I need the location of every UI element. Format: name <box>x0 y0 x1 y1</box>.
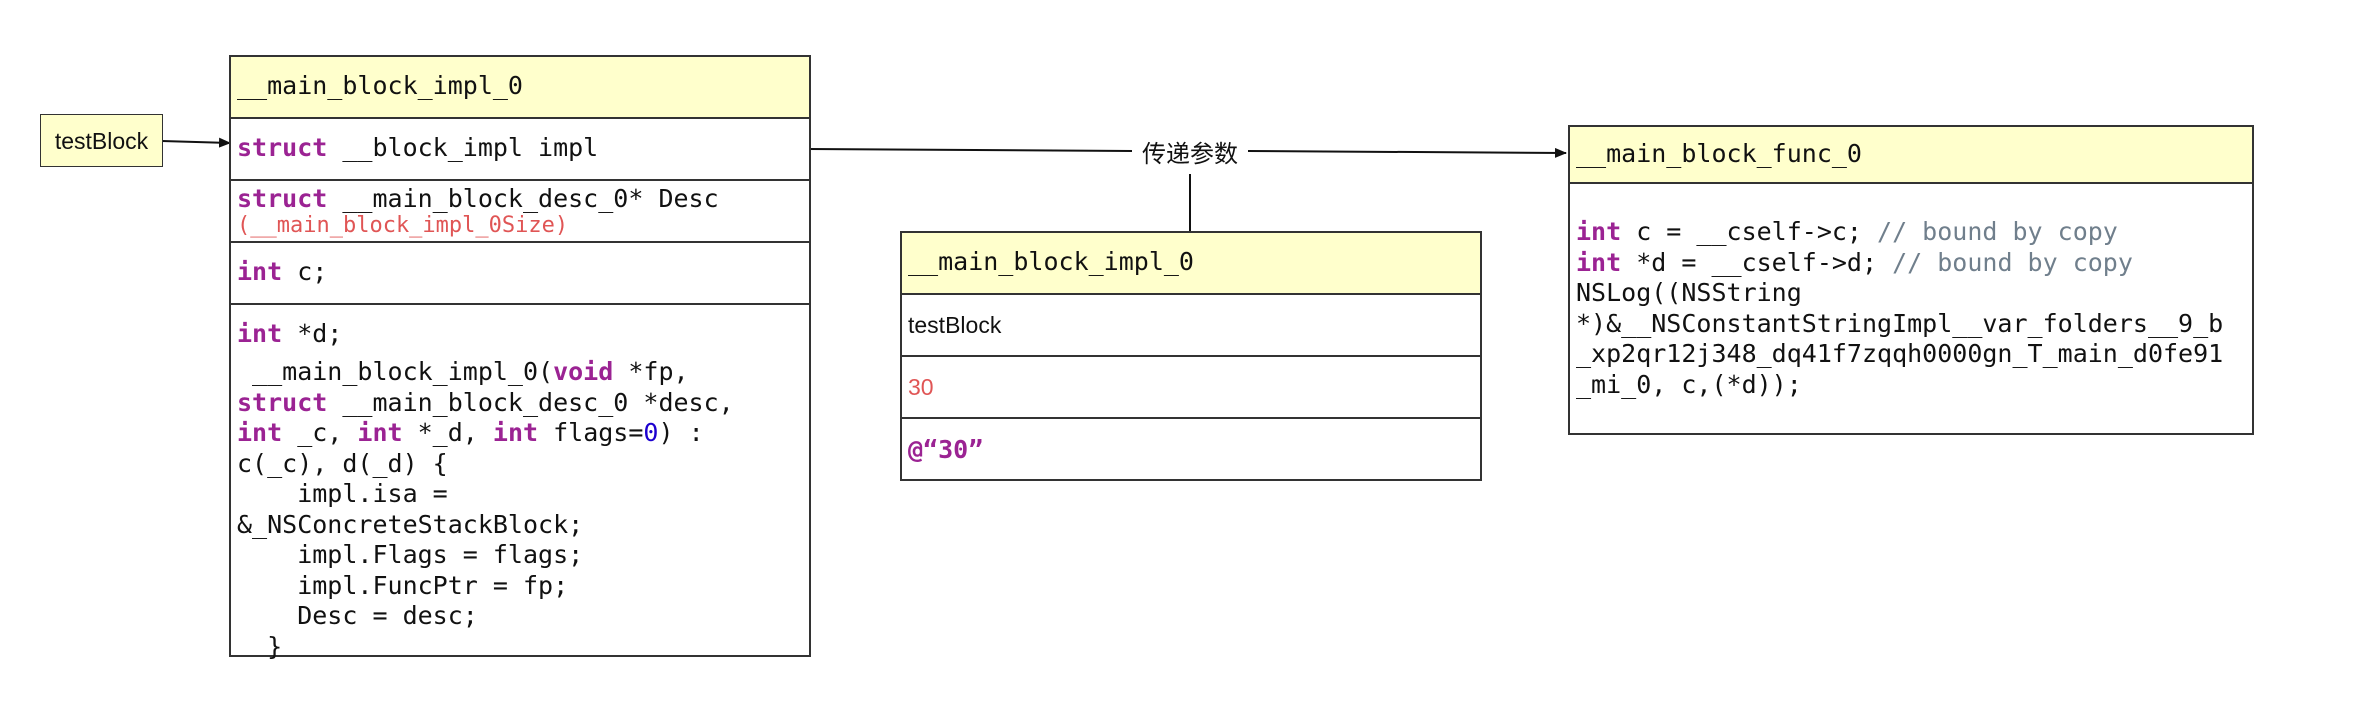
code-text: _xp2qr12j348_dq41f7zqqh0000gn_T_main_d0f… <box>1576 339 2224 368</box>
keyword: void <box>553 357 614 386</box>
func-title-row: __main_block_func_0 <box>1570 127 2252 184</box>
code-text: *)&__NSConstantStringImpl__var_folders__… <box>1576 308 2224 338</box>
code-comment: // bound by copy <box>1892 247 2133 277</box>
keyword: int <box>237 418 283 447</box>
mid-row-block-text: testBlock <box>908 312 1002 338</box>
code-text: _c, <box>282 418 358 447</box>
mid-title: __main_block_impl_0 <box>908 247 1194 276</box>
keyword: struct <box>237 184 328 213</box>
number-literal: 0 <box>643 418 659 447</box>
struct-title-row: __main_block_impl_0 <box>231 57 809 119</box>
c-field-row: int c; <box>231 243 809 305</box>
desc-field-text: __main_block_desc_0* Desc <box>327 184 719 213</box>
code-text: impl.Flags = flags; <box>237 540 584 569</box>
code-text: __main_block_impl_0( <box>237 357 554 386</box>
main-block-impl-struct: __main_block_impl_0 struct __block_impl … <box>229 55 811 661</box>
keyword: struct <box>237 133 328 162</box>
code-comment: // bound by copy <box>1877 217 2118 246</box>
keyword: int <box>1576 217 1622 246</box>
func-title: __main_block_func_0 <box>1576 139 1862 168</box>
code-text: impl.FuncPtr = fp; <box>237 570 569 600</box>
testblock-node-label: testBlock <box>54 128 149 154</box>
pass-params-label: 传递参数 <box>1134 134 1246 169</box>
mid-row-value-text: 30 <box>908 374 934 400</box>
code-text: c = __cself->c; <box>1621 217 1878 246</box>
impl-field: struct __block_impl impl <box>237 133 805 162</box>
main-block-func-struct: __main_block_func_0 int c = __cself->c; … <box>1568 125 2254 435</box>
keyword: struct <box>237 387 328 417</box>
code-text: Desc = desc; <box>237 601 478 630</box>
mid-row-string: @“30” <box>902 419 1480 479</box>
keyword: int <box>1576 247 1622 277</box>
testblock-node: testBlock <box>40 114 163 167</box>
keyword: int <box>492 418 539 447</box>
mid-row-value: 30 <box>902 357 1480 419</box>
code-text: NSLog((NSString <box>1576 278 1802 307</box>
code-text: c(_c), d(_d) { <box>237 448 448 478</box>
code-text: *d = __cself->d; <box>1621 247 1893 277</box>
code-text: &_NSConcreteStackBlock; <box>237 509 584 539</box>
label-to-func-arrow <box>1247 147 1567 158</box>
mid-row-string-text: @“30” <box>908 435 984 464</box>
d-field-row: int *d; __main_block_impl_0(void *fp, st… <box>231 305 809 661</box>
code-text: impl.isa = <box>237 479 448 508</box>
d-field-text: *d; <box>282 319 343 348</box>
code-text: *fp, <box>613 357 689 386</box>
impl-field-row: struct __block_impl impl <box>231 119 809 181</box>
code-text: __main_block_desc_0 *desc, <box>327 387 734 417</box>
keyword: int <box>237 257 283 286</box>
desc-field-row: struct __main_block_desc_0* Desc (__main… <box>231 181 809 243</box>
func-body-code: int c = __cself->c; // bound by copy int… <box>1576 217 2248 400</box>
keyword: int <box>357 418 403 447</box>
d-field: int *d; <box>237 319 805 348</box>
testblock-to-impl-arrow <box>161 137 231 148</box>
desc-size: (__main_block_impl_0Size) <box>237 213 569 238</box>
code-text: ) : <box>658 418 704 447</box>
c-field: int c; <box>237 257 805 286</box>
code-text: flags= <box>538 418 644 447</box>
mid-title-row: __main_block_impl_0 <box>902 233 1480 295</box>
impl-to-label-line <box>807 148 1133 152</box>
constructor-code: __main_block_impl_0(void *fp, struct __m… <box>237 357 805 662</box>
code-text: } <box>237 631 283 661</box>
struct-title: __main_block_impl_0 <box>237 71 523 100</box>
code-text: *_d, <box>402 418 493 447</box>
func-body-row: int c = __cself->c; // bound by copy int… <box>1570 184 2252 433</box>
desc-field: struct __main_block_desc_0* Desc <box>237 184 805 214</box>
code-text: _mi_0, c,(*d)); <box>1576 369 1802 399</box>
mid-row-block: testBlock <box>902 295 1480 357</box>
impl-field-text: __block_impl impl <box>327 133 599 162</box>
keyword: int <box>237 319 283 348</box>
mid-block-impl-struct: __main_block_impl_0 testBlock 30 @“30” <box>900 231 1482 481</box>
c-field-text: c; <box>282 257 328 286</box>
